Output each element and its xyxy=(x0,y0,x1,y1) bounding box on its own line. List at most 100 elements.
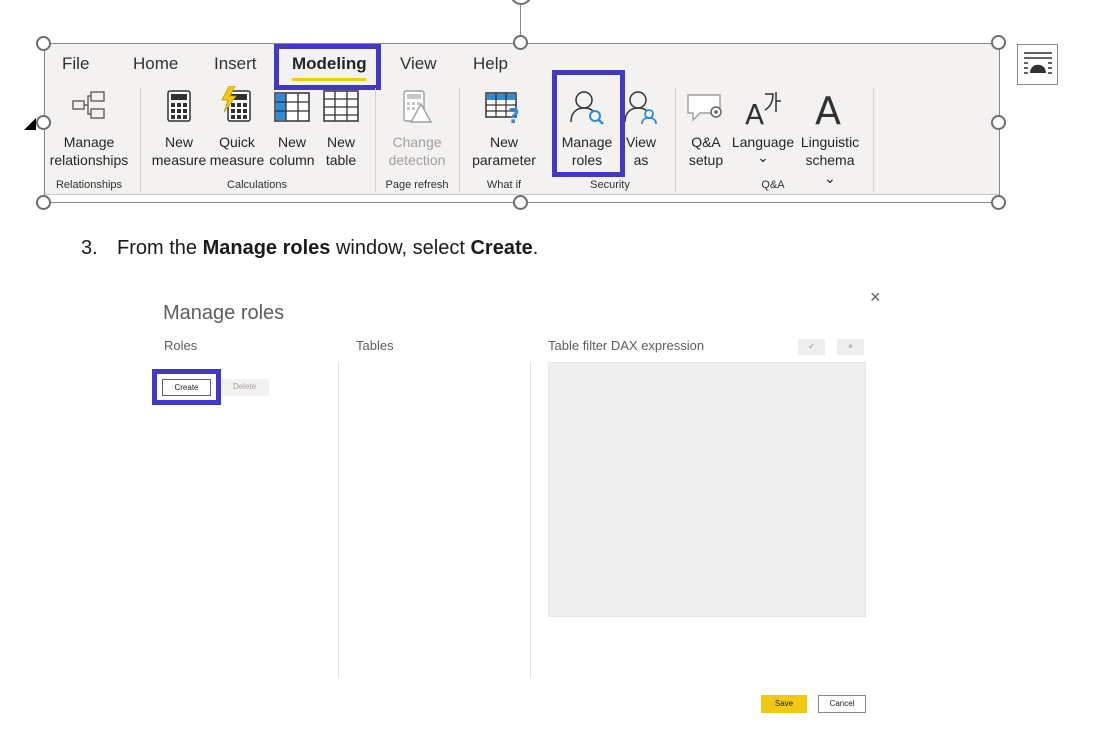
linguistic-schema-icon: A xyxy=(815,89,841,126)
tab-view[interactable]: View xyxy=(400,53,437,77)
manage-roles-label-1: Manage xyxy=(561,134,613,150)
new-table-label-2: table xyxy=(325,152,357,168)
language-icon: A xyxy=(745,92,781,126)
tables-column-header: Tables xyxy=(356,338,394,353)
group-separator xyxy=(873,88,874,192)
create-role-button[interactable]: Create xyxy=(162,379,211,396)
qa-setup-label-1: Q&A xyxy=(691,134,721,150)
calculator-icon xyxy=(167,90,191,122)
dialog-close-button[interactable]: × xyxy=(870,288,881,306)
new-column-button[interactable]: New column xyxy=(266,90,318,174)
resize-handle-bottom-left[interactable] xyxy=(36,195,51,210)
resize-handle-middle-left[interactable] xyxy=(36,115,51,130)
manage-roles-icon xyxy=(570,91,604,125)
quick-measure-label-1: Quick xyxy=(219,134,255,150)
step-instruction: 3. From the Manage roles window, select C… xyxy=(81,235,538,261)
change-detection-button[interactable]: Change detection xyxy=(382,90,452,174)
roles-tables-divider xyxy=(338,362,339,678)
new-column-label-2: column xyxy=(269,152,315,168)
group-calculations: Calculations xyxy=(227,179,287,191)
resize-handle-top-center[interactable] xyxy=(513,35,528,50)
resize-handle-bottom-right[interactable] xyxy=(991,195,1006,210)
new-parameter-label-1: New xyxy=(489,134,518,150)
quick-measure-icon xyxy=(221,86,251,122)
rotate-handle[interactable] xyxy=(510,0,532,5)
manage-relationships-button[interactable]: Manage relationships xyxy=(46,90,132,174)
manage-relationships-label-1: Manage xyxy=(63,134,115,150)
tables-dax-divider xyxy=(530,362,531,678)
anchor-icon xyxy=(24,118,36,130)
active-tab-indicator xyxy=(292,78,366,81)
group-relationships: Relationships xyxy=(55,179,123,191)
new-measure-button[interactable]: New measure xyxy=(150,90,208,174)
tab-insert[interactable]: Insert xyxy=(214,53,257,77)
language-button[interactable]: A Language ⌄ xyxy=(730,90,796,174)
save-button[interactable]: Save xyxy=(761,695,807,713)
step-text-middle: window, select xyxy=(330,237,471,259)
layout-options-icon xyxy=(1024,52,1052,74)
resize-handle-bottom-center[interactable] xyxy=(513,195,528,210)
dax-cancel-button[interactable]: × xyxy=(837,339,864,355)
quick-measure-label-2: measure xyxy=(209,152,265,168)
roles-column-header: Roles xyxy=(164,338,198,353)
svg-text:?: ? xyxy=(508,104,520,124)
rotate-handle-stem xyxy=(520,5,521,37)
group-separator xyxy=(375,88,376,192)
group-separator xyxy=(675,88,676,192)
dax-column-header: Table filter DAX expression xyxy=(548,338,705,353)
new-table-button[interactable]: New table xyxy=(318,90,364,174)
view-as-label-1: View xyxy=(625,134,657,150)
group-page-refresh: Page refresh xyxy=(385,179,449,191)
new-parameter-button[interactable]: ? New parameter xyxy=(466,90,542,174)
tab-modeling[interactable]: Modeling xyxy=(292,53,367,77)
tab-help[interactable]: Help xyxy=(473,53,508,77)
group-security: Security xyxy=(590,179,630,191)
quick-measure-button[interactable]: Quick measure xyxy=(208,86,266,174)
layout-options-button[interactable] xyxy=(1017,44,1058,85)
qa-setup-label-2: setup xyxy=(688,152,724,168)
view-as-button[interactable]: View as xyxy=(618,90,664,174)
dax-expression-editor[interactable] xyxy=(548,362,866,617)
new-column-icon xyxy=(274,92,310,122)
qa-setup-button[interactable]: Q&A setup xyxy=(684,90,728,174)
group-separator xyxy=(140,88,141,192)
dax-confirm-button[interactable]: ✓ xyxy=(798,339,825,355)
cancel-button[interactable]: Cancel xyxy=(818,695,866,713)
new-measure-label-2: measure xyxy=(151,152,207,168)
view-as-label-2: as xyxy=(633,152,649,168)
qa-setup-icon xyxy=(687,94,722,122)
svg-text:A: A xyxy=(745,98,764,126)
view-as-icon xyxy=(624,91,657,125)
step-number: 3. xyxy=(81,237,98,259)
new-measure-label-1: New xyxy=(164,134,193,150)
language-dropdown-chevron: ⌄ xyxy=(757,149,769,165)
resize-handle-top-right[interactable] xyxy=(991,35,1006,50)
dialog-title: Manage roles xyxy=(163,302,285,324)
step-text-bold-create: Create xyxy=(470,237,533,259)
relationships-icon xyxy=(72,91,105,119)
svg-text:A: A xyxy=(815,89,841,126)
step-text-suffix: . xyxy=(532,237,539,259)
new-parameter-icon: ? xyxy=(485,92,520,124)
change-detection-label-1: Change xyxy=(392,134,442,150)
linguistic-schema-button[interactable]: A Linguistic schema ⌄ xyxy=(798,89,862,186)
resize-handle-top-left[interactable] xyxy=(36,36,51,51)
manage-roles-label-2: roles xyxy=(571,152,603,168)
linguistic-schema-label-1: Linguistic xyxy=(800,134,860,150)
new-parameter-label-2: parameter xyxy=(472,152,536,168)
new-column-label-1: New xyxy=(277,134,306,150)
group-separator xyxy=(459,88,460,192)
step-text-prefix: From the xyxy=(117,237,203,259)
new-table-label-1: New xyxy=(326,134,355,150)
tab-file[interactable]: File xyxy=(62,53,89,77)
change-detection-icon xyxy=(403,90,433,123)
manage-relationships-label-2: relationships xyxy=(49,152,129,168)
group-what-if: What if xyxy=(486,179,522,191)
step-text-bold-manage-roles: Manage roles xyxy=(202,237,331,259)
tab-home[interactable]: Home xyxy=(133,53,178,77)
change-detection-label-2: detection xyxy=(388,152,446,168)
resize-handle-middle-right[interactable] xyxy=(991,115,1006,130)
delete-role-button[interactable]: Delete xyxy=(220,379,269,396)
manage-roles-button[interactable]: Manage roles xyxy=(556,90,618,174)
group-qa: Q&A xyxy=(761,179,785,191)
